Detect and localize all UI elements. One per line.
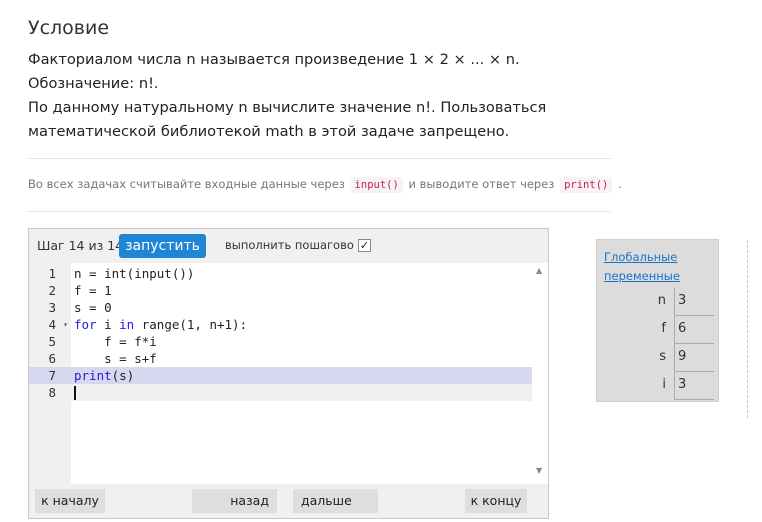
global-var-row: f6 [597, 316, 720, 344]
code-visualizer: Шаг 14 из 14 запустить выполнить пошагов… [28, 228, 549, 519]
var-name: i [662, 377, 666, 392]
line-number: 8 [29, 384, 71, 401]
line-number: 3 [29, 299, 71, 316]
line-number-text: 2 [48, 283, 56, 298]
var-value: 3 [674, 372, 714, 400]
line-number: 5 [29, 333, 71, 350]
back-button[interactable]: назад [192, 489, 277, 513]
divider [28, 158, 611, 159]
line-number: 2 [29, 282, 71, 299]
code-line[interactable]: s = 0 [71, 299, 532, 316]
divider [28, 211, 611, 212]
code-line-text: for i in range(1, n+1): [74, 317, 248, 332]
var-value: 3 [674, 288, 714, 316]
globals-panel: Глобальные переменные n3f6s9i3 [596, 239, 719, 402]
keyword: print [74, 368, 112, 383]
var-value: 6 [674, 316, 714, 344]
global-var-row: n3 [597, 288, 720, 316]
code-line[interactable]: f = 1 [71, 282, 532, 299]
problem-paragraph-1: Факториалом числа n называется произведе… [28, 51, 520, 92]
var-value: 9 [674, 344, 714, 372]
line-number-text: 5 [48, 334, 56, 349]
line-number: 7 [29, 367, 71, 384]
keyword: in [119, 317, 135, 332]
first-step-button[interactable]: к началу [35, 489, 105, 513]
hint-text-2: и выводите ответ через [408, 177, 555, 191]
problem-statement: Факториалом числа n называется произведе… [28, 48, 613, 144]
globals-title[interactable]: Глобальные переменные [604, 248, 714, 286]
problem-paragraph-2: По данному натуральному n вычислите знач… [28, 99, 547, 140]
scroll-up-icon[interactable]: ▲ [536, 266, 542, 275]
code-line[interactable] [71, 384, 532, 401]
var-name: f [661, 321, 666, 336]
hint-text-1: Во всех задачах считывайте входные данны… [28, 177, 345, 191]
line-number: 6 [29, 350, 71, 367]
hint-text-3: . [618, 177, 622, 191]
line-number-text: 1 [48, 266, 56, 281]
line-number: 1 [29, 265, 71, 282]
global-var-row: s9 [597, 344, 720, 372]
line-number-text: 7 [48, 368, 56, 383]
editor-scrollbar[interactable]: ▲ ▼ [532, 263, 548, 484]
code-line[interactable]: print(s) [71, 367, 532, 384]
forward-button[interactable]: дальше [293, 489, 378, 513]
code-line-text: s = s+f [74, 351, 157, 366]
line-number-text: 6 [48, 351, 56, 366]
code-line[interactable]: for i in range(1, n+1): [71, 316, 532, 333]
line-number-text: 4 [48, 317, 56, 332]
fold-icon[interactable]: ▾ [63, 316, 68, 333]
step-mode-label: выполнить пошагово [225, 238, 354, 252]
line-number-text: 3 [48, 300, 56, 315]
code-area[interactable]: n = int(input()) f = 1 s = 0 for i in range… [71, 263, 532, 484]
panel-separator [747, 240, 748, 418]
code-line-text: print(s) [74, 368, 135, 383]
code-line-text: s = 0 [74, 300, 112, 315]
code-line-text: n = int(input()) [74, 266, 195, 281]
code-editor[interactable]: 1 2 3 4 ▾ 5 6 7 8 n = int(input()) f = 1s = 0 for … [29, 263, 548, 484]
step-mode-checkbox[interactable]: ✓ [358, 239, 371, 252]
scroll-down-icon[interactable]: ▼ [536, 466, 542, 475]
code-line[interactable]: s = s+f [71, 350, 532, 367]
global-var-row: i3 [597, 372, 720, 400]
input-code: input() [350, 177, 403, 193]
print-code: print() [560, 177, 613, 193]
step-navigation: к началу назад дальше к концу [29, 484, 548, 518]
keyword: for [74, 317, 97, 332]
io-hint: Во всех задачах считывайте входные данны… [28, 177, 622, 193]
var-name: n [657, 293, 666, 308]
last-step-button[interactable]: к концу [465, 489, 527, 513]
code-line[interactable]: f = f*i [71, 333, 532, 350]
visualizer-toolbar: Шаг 14 из 14 запустить выполнить пошагов… [29, 229, 548, 263]
line-number-text: 8 [48, 385, 56, 400]
run-button[interactable]: запустить [119, 234, 206, 258]
code-line[interactable]: n = int(input()) [71, 265, 532, 282]
page-title: Условие [28, 17, 110, 39]
code-line-text: f = f*i [74, 334, 157, 349]
code-line-text: f = 1 [74, 283, 112, 298]
step-counter: Шаг 14 из 14 [37, 238, 124, 253]
line-number: 4 ▾ [29, 316, 71, 333]
var-name: s [659, 349, 666, 364]
text-cursor [74, 386, 76, 400]
